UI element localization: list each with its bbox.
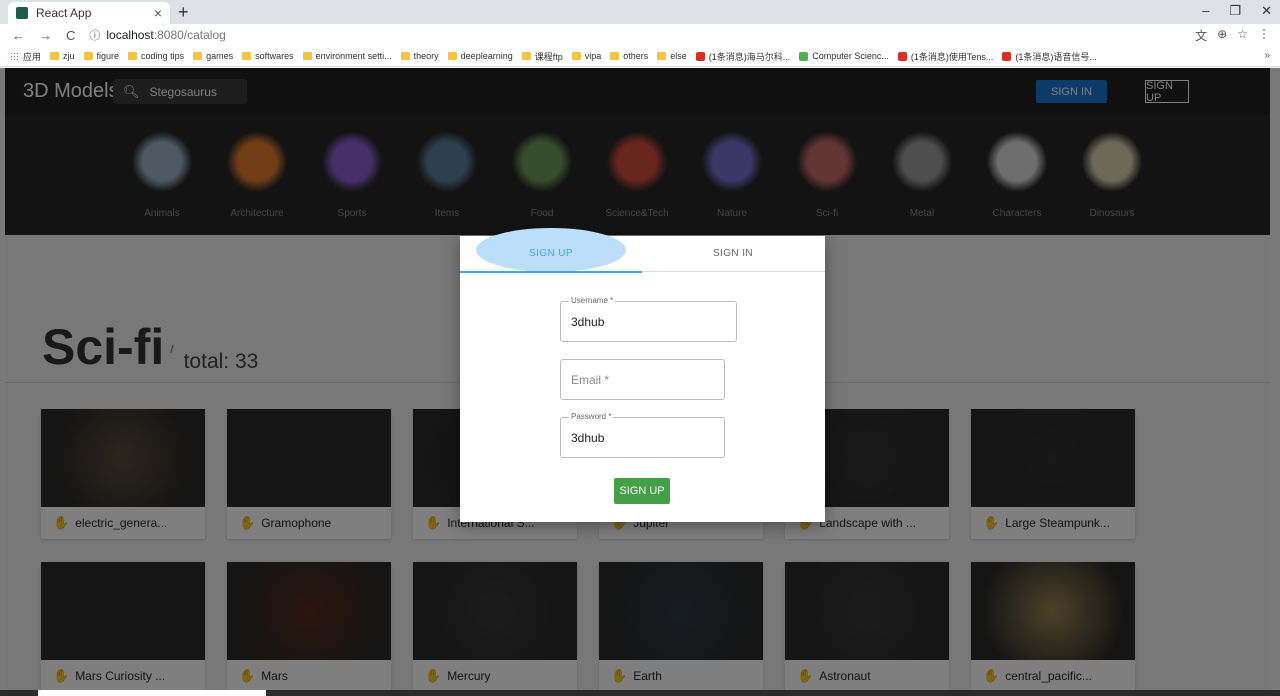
bookmark-item[interactable]: games xyxy=(193,51,233,61)
bookmark-label: softwares xyxy=(255,51,294,61)
folder-icon xyxy=(799,51,809,61)
window-controls: – ❐ ✕ xyxy=(1202,3,1272,19)
folder-icon xyxy=(521,52,531,60)
browser-tabbar: React App × + – ❐ ✕ xyxy=(0,0,1280,24)
reload-icon[interactable]: C xyxy=(66,28,75,43)
bookmark-label: 课程ftp xyxy=(534,51,563,62)
bookmark-item[interactable]: zju xyxy=(50,51,75,61)
auth-dialog: SIGN UP SIGN IN Username * 3dhub Email *… xyxy=(460,228,825,522)
bookmark-label: coding tips xyxy=(141,51,185,61)
bookmark-item[interactable]: vipa xyxy=(571,51,602,61)
tab-indicator xyxy=(460,271,642,273)
bookmark-item[interactable]: Computer Scienc... xyxy=(799,51,889,61)
bookmark-item[interactable]: coding tips xyxy=(128,51,184,61)
username-field[interactable]: Username * 3dhub xyxy=(560,296,737,342)
password-value: 3dhub xyxy=(571,431,605,445)
minimize-button[interactable]: – xyxy=(1202,3,1209,19)
bookmark-label: theory xyxy=(413,51,439,61)
translate-icon[interactable]: 文 xyxy=(1195,27,1207,44)
bookmarks-bar: 应用 zju figure coding tips games softwares envi… xyxy=(0,46,1280,67)
bookmark-item[interactable]: figure xyxy=(83,51,120,61)
username-value: 3dhub xyxy=(571,315,605,329)
bookmark-label: Computer Scienc... xyxy=(812,51,889,61)
url-host: localhost xyxy=(106,28,154,42)
folder-icon xyxy=(897,51,907,61)
bookmark-label: deeplearning xyxy=(460,51,513,61)
menu-icon[interactable]: ⋮ xyxy=(1258,27,1270,44)
forward-icon[interactable]: → xyxy=(39,28,52,43)
bookmark-label: environment setti... xyxy=(315,51,392,61)
bookmark-item[interactable]: else xyxy=(657,51,687,61)
bookmark-label: (1条消息)海马尔科... xyxy=(708,51,791,62)
username-label: Username * xyxy=(569,296,616,305)
more-bookmarks-icon[interactable]: » xyxy=(1264,50,1270,61)
password-label: Password * xyxy=(569,412,614,421)
bookmark-label: zju xyxy=(63,51,75,61)
bookmark-item[interactable]: 应用 xyxy=(10,50,41,63)
bookmark-item[interactable]: (1条消息)使用Tens... xyxy=(897,50,994,63)
folder-icon xyxy=(128,52,138,60)
bookmark-item[interactable]: (1条消息)海马尔科... xyxy=(695,50,791,63)
maximize-button[interactable]: ❐ xyxy=(1229,3,1241,19)
bookmark-label: (1条消息)语音信号... xyxy=(1015,51,1097,62)
folder-icon xyxy=(447,52,457,60)
bookmark-item[interactable]: (1条消息)语音信号... xyxy=(1002,50,1097,63)
folder-icon xyxy=(50,52,60,60)
tab-signup[interactable]: SIGN UP xyxy=(460,236,642,271)
folder-icon xyxy=(1002,51,1012,61)
email-placeholder: Email * xyxy=(571,373,610,387)
url-field[interactable]: ⓘ localhost :8080/catalog xyxy=(89,27,225,43)
bookmark-label: figure xyxy=(96,51,120,61)
folder-icon xyxy=(83,52,93,60)
tab-title: React App xyxy=(36,6,92,20)
folder-icon xyxy=(695,51,705,61)
bookmark-item[interactable]: theory xyxy=(400,51,439,61)
apps-icon xyxy=(10,51,19,61)
auth-tabs: SIGN UP SIGN IN xyxy=(460,228,825,273)
url-path: :8080/catalog xyxy=(153,28,226,42)
close-window-button[interactable]: ✕ xyxy=(1261,3,1272,19)
back-icon[interactable]: ← xyxy=(12,28,25,43)
bookmark-label: (1条消息)使用Tens... xyxy=(910,51,994,62)
email-field[interactable]: Email * xyxy=(560,359,725,400)
folder-icon xyxy=(242,52,252,60)
react-favicon-icon xyxy=(16,7,28,19)
bookmark-label: else xyxy=(670,51,687,61)
browser-tab[interactable]: React App × xyxy=(8,2,170,24)
bookmark-item[interactable]: 课程ftp xyxy=(521,50,563,63)
folder-icon xyxy=(610,52,620,60)
extension-icons: 文 ⊕ ☆ ⋮ xyxy=(1195,27,1270,44)
taskbar-window[interactable] xyxy=(38,690,266,696)
tab-close-icon[interactable]: × xyxy=(154,5,162,21)
folder-icon xyxy=(400,52,410,60)
zoom-icon[interactable]: ⊕ xyxy=(1217,27,1227,44)
folder-icon xyxy=(571,52,581,60)
tab-signin[interactable]: SIGN IN xyxy=(642,236,824,271)
bookmark-item[interactable]: others xyxy=(610,51,648,61)
os-taskbar xyxy=(0,690,1280,696)
bookmark-item[interactable]: deeplearning xyxy=(447,51,513,61)
folder-icon xyxy=(302,52,312,60)
bookmark-label: vipa xyxy=(584,51,602,61)
address-bar: ← → C ⓘ localhost :8080/catalog 文 ⊕ ☆ ⋮ xyxy=(0,24,1280,46)
star-icon[interactable]: ☆ xyxy=(1237,27,1248,44)
password-field[interactable]: Password * 3dhub xyxy=(560,412,725,458)
bookmark-item[interactable]: environment setti... xyxy=(302,51,392,61)
bookmark-item[interactable]: softwares xyxy=(242,51,294,61)
folder-icon xyxy=(193,52,203,60)
new-tab-button[interactable]: + xyxy=(178,2,189,23)
info-icon[interactable]: ⓘ xyxy=(89,27,100,43)
folder-icon xyxy=(657,52,667,60)
submit-signup-button[interactable]: SIGN UP xyxy=(614,478,670,504)
bookmark-label: games xyxy=(206,51,234,61)
bookmark-label: others xyxy=(623,51,649,61)
bookmark-label: 应用 xyxy=(23,51,42,62)
